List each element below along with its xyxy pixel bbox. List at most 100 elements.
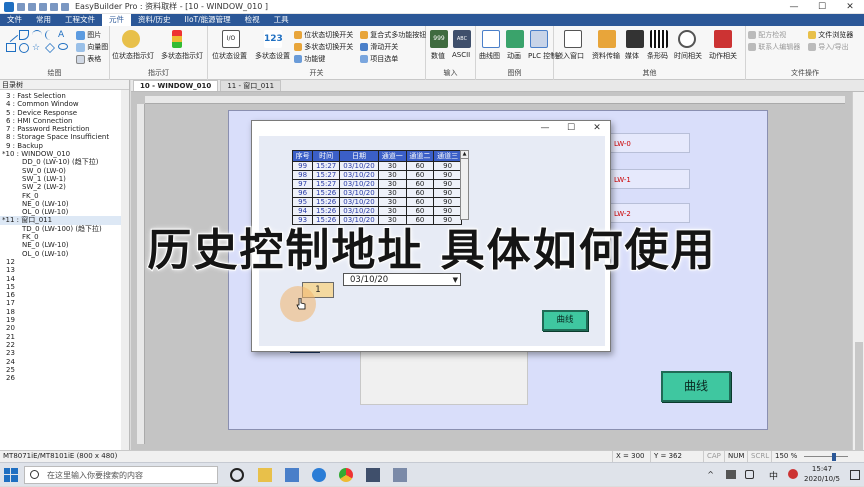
chrome-browser-icon[interactable] [339,468,353,482]
media-label[interactable]: 媒体 [625,51,639,61]
tree-item[interactable]: 16 [0,291,122,299]
tree-item[interactable]: 19 [0,316,122,324]
curve-button-large[interactable]: 曲线 [661,371,731,402]
bit-lamp-label[interactable]: 位状态指示灯 [112,51,154,61]
ribbon-tab[interactable]: 工具 [267,14,296,26]
tray-overflow-icon[interactable]: ^ [707,470,714,479]
import-export-tool[interactable]: 导入/导出 [808,42,849,52]
ribbon-tab[interactable]: 工程文件 [58,14,102,26]
tree-item[interactable]: DD_0 (LW-10) (趋下拉) [0,158,122,166]
clock-date[interactable]: 2020/10/5 [798,475,846,483]
data-transfer-icon[interactable] [598,30,616,48]
tree-item[interactable]: 22 [0,341,122,349]
tree-item[interactable]: FK_0 [0,192,122,200]
picture-tool[interactable]: 图片 [76,30,101,40]
lw-1-field[interactable]: LW-1 [610,169,690,189]
tree-item[interactable]: 5 : Device Response [0,109,122,117]
tree-item[interactable]: 26 [0,374,122,382]
word-set-icon[interactable]: 123 [264,30,283,48]
combo-button-tool[interactable]: 复合式多功能按钮 [360,30,426,40]
popup-close-button[interactable]: ✕ [584,123,610,133]
polyline-tool-icon[interactable] [19,30,29,40]
new-file-icon[interactable] [17,2,25,11]
tree-item[interactable]: 24 [0,358,122,366]
file-browser-tool[interactable]: 文件浏览器 [808,30,853,40]
table-row[interactable]: 96 15:26 03/10/20 30 60 90 [291,188,462,198]
multi-lamp-label[interactable]: 多状态指示灯 [161,51,203,61]
table-tool[interactable]: 表格 [76,54,101,64]
tree-item[interactable]: 21 [0,333,122,341]
task-view-icon[interactable] [230,468,244,482]
tree-item[interactable]: *10 : WINDOW_010 [0,150,122,158]
action-related-label[interactable]: 动作相关 [709,51,737,61]
time-related-label[interactable]: 时间相关 [674,51,702,61]
minimize-button[interactable]: — [780,2,808,12]
ribbon-tab[interactable]: 常用 [29,14,58,26]
bit-set-label[interactable]: 位状态设置 [212,51,247,61]
easybuilder-app-icon[interactable] [366,468,380,482]
toggle-switch-tool[interactable]: 位状态切换开关 [294,30,353,40]
ascii-label[interactable]: ASCII [452,51,470,59]
save-icon[interactable] [39,2,47,11]
table-row[interactable]: 95 15:26 03/10/20 30 60 90 [291,197,462,207]
lw-0-field[interactable]: LW-0 [610,133,690,153]
ime-indicator[interactable]: 中 [769,469,778,482]
tab-window-010[interactable]: 10 - WINDOW_010 [133,80,219,91]
table-row[interactable]: 97 15:27 03/10/20 30 60 90 [291,179,462,189]
table-scrollbar[interactable]: ▲ [460,150,469,220]
vector-tool[interactable]: 向量图 [76,42,108,52]
ribbon-tab[interactable]: 资料/历史 [131,14,178,26]
tree-item[interactable]: 9 : Backup [0,142,122,150]
notification-icon[interactable] [850,470,860,480]
multi-switch-tool[interactable]: 多状态切换开关 [294,42,353,52]
tree-item[interactable]: 18 [0,308,122,316]
animation-icon[interactable] [506,30,524,48]
barcode-label[interactable]: 条形码 [647,51,668,61]
placeholder-object[interactable] [360,350,528,405]
rectangle-tool-icon[interactable] [6,43,16,52]
tree-item[interactable]: 20 [0,324,122,332]
polygon-tool-icon[interactable] [45,43,55,53]
text-tool-icon[interactable]: A [58,30,68,40]
bit-lamp-icon[interactable] [122,30,140,48]
trend-chart-icon[interactable] [482,30,500,48]
arc-tool-icon[interactable] [32,30,42,40]
bit-set-icon[interactable]: I/O [222,30,240,48]
action-icon[interactable] [714,30,732,48]
tree-item[interactable]: SW_1 (LW-1) [0,175,122,183]
numeric-icon[interactable]: 999 [430,30,448,48]
circle-tool-icon[interactable] [19,43,29,53]
ribbon-tab[interactable]: 元件 [102,14,131,26]
utility-app-icon[interactable] [393,468,407,482]
tree-item[interactable]: 17 [0,299,122,307]
ribbon-tab[interactable]: 检视 [238,14,267,26]
maximize-button[interactable]: ☐ [808,2,836,12]
star-tool-icon[interactable]: ☆ [32,43,42,53]
windows-start-icon[interactable] [4,468,18,482]
plc-control-icon[interactable] [530,30,548,48]
input-method-icon[interactable] [788,469,798,479]
table-row[interactable]: 99 15:27 03/10/20 30 60 90 [291,161,462,171]
trend-chart-label[interactable]: 曲线图 [479,51,500,61]
table-row[interactable]: 98 15:27 03/10/20 30 60 90 [291,170,462,180]
tree-item[interactable]: 25 [0,366,122,374]
embedded-window-label[interactable]: 嵌入窗口 [556,51,584,61]
network-icon[interactable] [726,470,736,479]
barcode-icon[interactable] [650,30,668,48]
word-set-label[interactable]: 多状态设置 [255,51,290,61]
ellipse-tool-icon[interactable] [58,43,68,50]
tree-item[interactable]: 6 : HMI Connection [0,117,122,125]
function-key-tool[interactable]: 功能键 [294,54,325,64]
ascii-icon[interactable]: ABC [453,30,471,48]
volume-icon[interactable] [745,470,754,479]
scroll-up-icon[interactable]: ▲ [461,151,468,159]
clock-time[interactable]: 15:47 [802,465,842,473]
popup-minimize-button[interactable]: — [532,123,558,133]
tree-item[interactable]: SW_0 (LW-0) [0,167,122,175]
tree-item[interactable]: 15 [0,283,122,291]
recipe-view-tool[interactable]: 配方检视 [748,30,786,40]
numeric-label[interactable]: 数值 [431,51,445,61]
contact-editor-tool[interactable]: 联系人编辑器 [748,42,800,52]
open-file-icon[interactable] [28,2,36,11]
undo-icon[interactable] [50,2,58,11]
